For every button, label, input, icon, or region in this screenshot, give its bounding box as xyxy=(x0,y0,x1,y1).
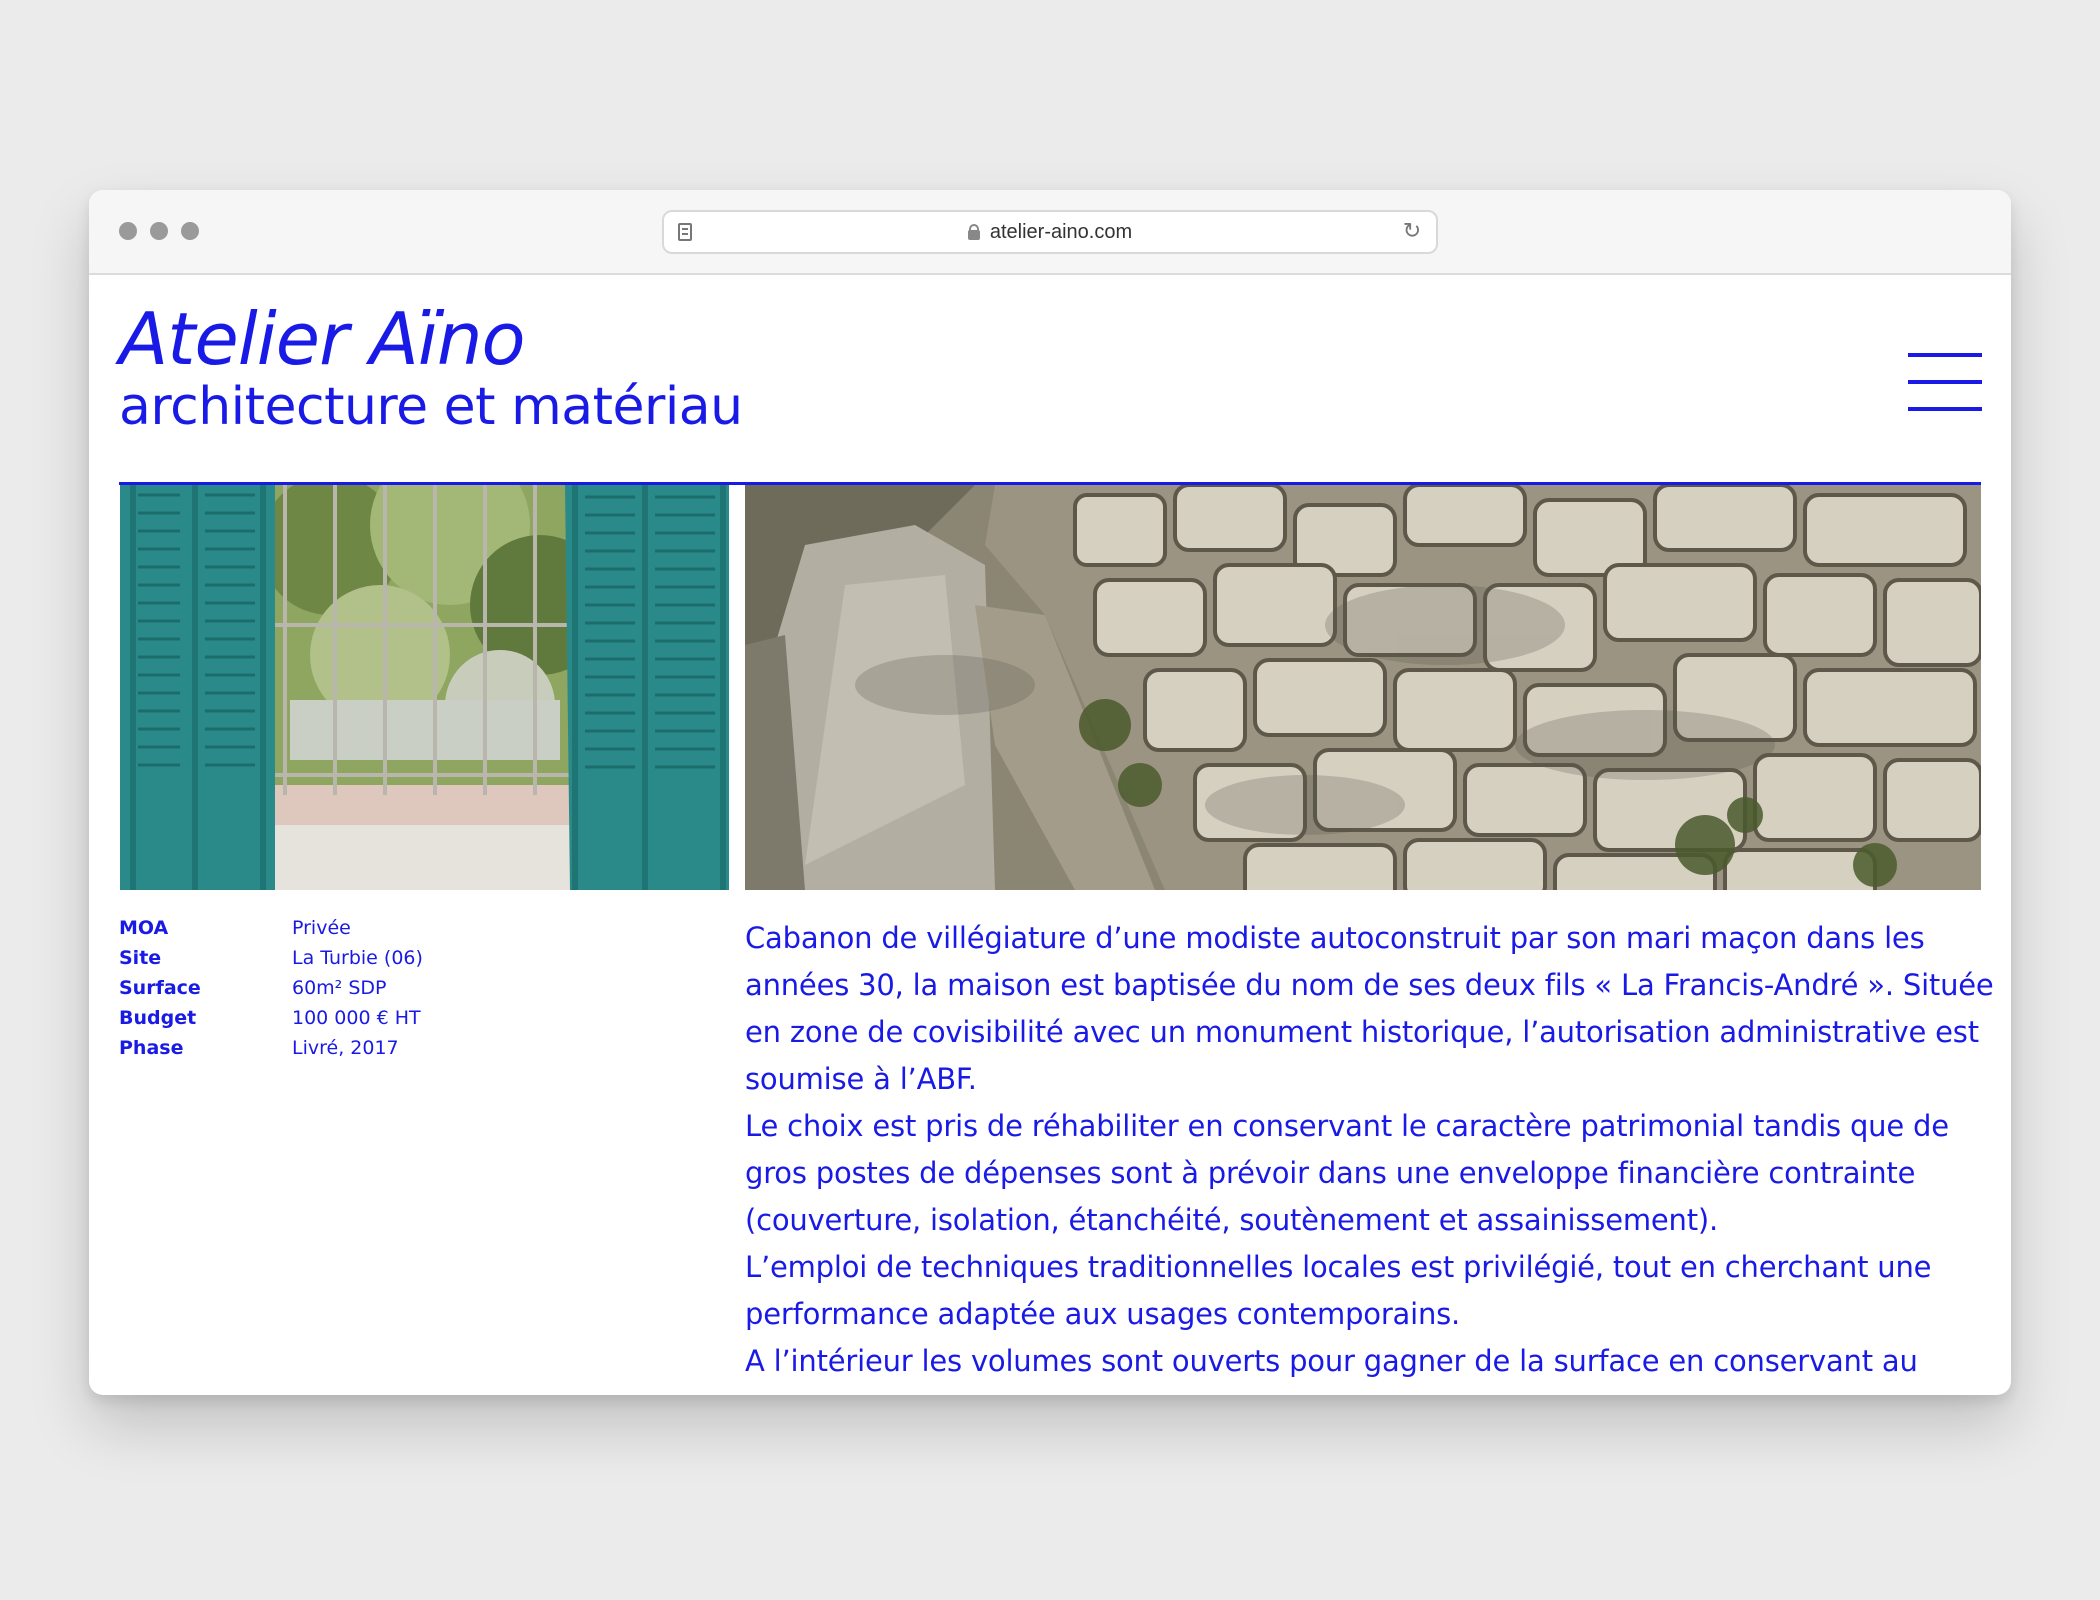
reload-icon[interactable]: ↻ xyxy=(1400,220,1424,244)
url-display[interactable]: atelier-aino.com xyxy=(664,212,1436,252)
browser-toolbar: atelier-aino.com ↻ xyxy=(89,190,2011,275)
fact-label: Site xyxy=(119,947,162,969)
brand-tagline: architecture et matériau xyxy=(119,377,743,437)
url-text: atelier-aino.com xyxy=(989,220,1133,243)
description-paragraph: Cabanon de villégiature d’une modiste au… xyxy=(745,921,1994,1096)
close-window-button[interactable] xyxy=(119,222,137,240)
fact-value: Privée xyxy=(292,917,351,939)
fact-value: La Turbie (06) xyxy=(292,947,423,969)
fact-row-budget: Budget 100 000 € HT xyxy=(119,1003,423,1033)
description-paragraph: L’emploi de techniques traditionnelles l… xyxy=(745,1250,1932,1331)
fact-row-phase: Phase Livré, 2017 xyxy=(119,1033,423,1063)
address-bar[interactable]: atelier-aino.com ↻ xyxy=(662,210,1438,254)
fact-label: Phase xyxy=(119,1037,184,1059)
site-logo[interactable]: Atelier Aïno architecture et matériau xyxy=(119,303,743,433)
menu-line-icon xyxy=(1908,407,1982,411)
project-facts: MOA Privée Site La Turbie (06) Surface 6… xyxy=(119,913,423,1063)
fact-value: Livré, 2017 xyxy=(292,1037,399,1059)
lock-icon xyxy=(967,224,980,240)
description-paragraph: A l’intérieur les volumes sont ouverts p… xyxy=(745,1344,1918,1378)
fact-row-moa: MOA Privée xyxy=(119,913,423,943)
maximize-window-button[interactable] xyxy=(181,222,199,240)
menu-line-icon xyxy=(1908,353,1982,357)
fact-label: Surface xyxy=(119,977,201,999)
page-content: Atelier Aïno architecture et matériau MO… xyxy=(89,275,2011,1395)
browser-window: atelier-aino.com ↻ Atelier Aïno architec… xyxy=(89,190,2011,1395)
fact-value: 100 000 € HT xyxy=(292,1007,421,1029)
fact-label: Budget xyxy=(119,1007,197,1029)
project-photo-balcony[interactable] xyxy=(120,485,729,890)
brand-name: Atelier Aïno xyxy=(119,297,526,381)
menu-line-icon xyxy=(1908,380,1982,384)
minimize-window-button[interactable] xyxy=(150,222,168,240)
fact-value: 60m² SDP xyxy=(292,977,387,999)
project-photo-stone-wall[interactable] xyxy=(745,485,1981,890)
fact-row-site: Site La Turbie (06) xyxy=(119,943,423,973)
fact-row-surface: Surface 60m² SDP xyxy=(119,973,423,1003)
description-paragraph: Le choix est pris de réhabiliter en cons… xyxy=(745,1109,1949,1237)
hamburger-menu-button[interactable] xyxy=(1908,353,1982,411)
project-description: Cabanon de villégiature d’une modiste au… xyxy=(745,915,1995,1385)
fact-label: MOA xyxy=(119,917,169,939)
